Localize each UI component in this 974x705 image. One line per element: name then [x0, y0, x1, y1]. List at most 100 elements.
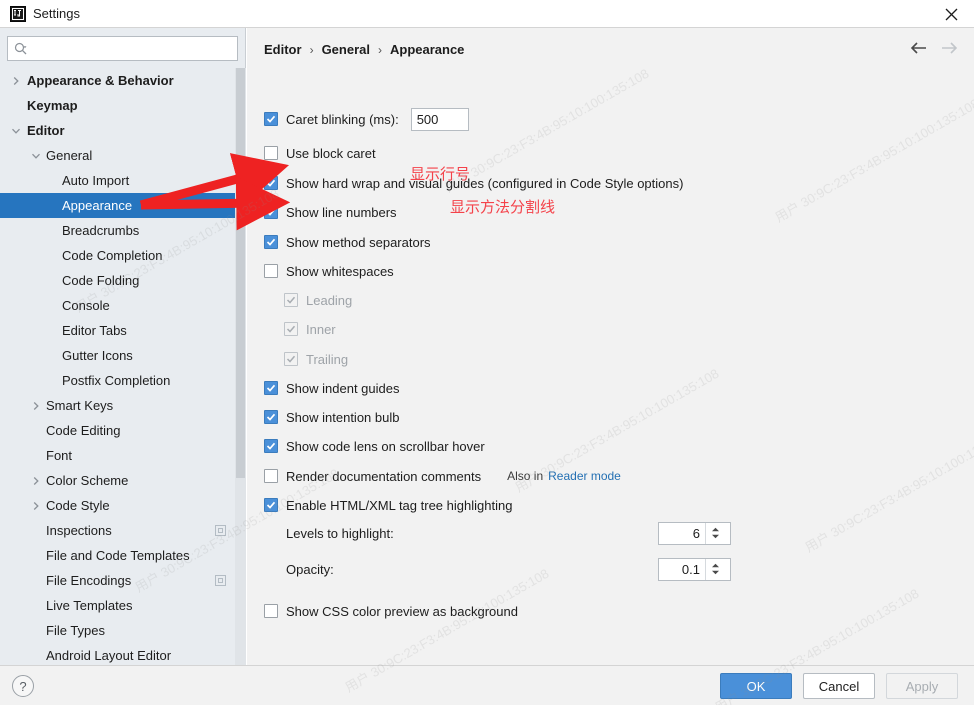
show-indent-guides-checkbox[interactable]	[264, 381, 278, 395]
settings-tree: Appearance & Behavior Keymap Editor General…	[0, 68, 246, 665]
whitespace-trailing-checkbox	[284, 352, 298, 366]
sidebar-item-postfix-completion[interactable]: Postfix Completion	[0, 368, 246, 393]
show-line-numbers-checkbox[interactable]	[264, 205, 278, 219]
sidebar-item-label: Console	[62, 298, 110, 313]
sidebar-item-file-encodings[interactable]: File Encodings	[0, 568, 246, 593]
chevron-down-icon[interactable]	[30, 150, 42, 162]
sidebar-item-appearance-behavior[interactable]: Appearance & Behavior	[0, 68, 246, 93]
option-show-hard-wrap: Show hard wrap and visual guides (config…	[264, 172, 683, 194]
sidebar-item-label: Code Editing	[46, 423, 121, 438]
arrow-left-icon[interactable]	[910, 41, 928, 55]
breadcrumb-item-appearance[interactable]: Appearance	[390, 42, 464, 57]
option-use-block-caret: Use block caret	[264, 142, 376, 164]
show-code-lens-checkbox[interactable]	[264, 439, 278, 453]
sidebar-item-editor-tabs[interactable]: Editor Tabs	[0, 318, 246, 343]
render-doc-comments-checkbox[interactable]	[264, 469, 278, 483]
opacity-label: Opacity:	[286, 561, 334, 577]
show-intention-bulb-label: Show intention bulb	[286, 409, 400, 425]
enable-html-tag-tree-label: Enable HTML/XML tag tree highlighting	[286, 497, 513, 513]
sidebar-item-code-editing[interactable]: Code Editing	[0, 418, 246, 443]
show-css-color-preview-label: Show CSS color preview as background	[286, 603, 518, 619]
opacity-spinner[interactable]	[658, 557, 731, 581]
show-method-separators-label: Show method separators	[286, 234, 431, 250]
footer-buttons: OK Cancel Apply	[720, 673, 958, 699]
levels-to-highlight-stepper[interactable]	[705, 522, 725, 544]
sidebar-item-appearance[interactable]: Appearance	[0, 193, 246, 218]
search-input[interactable]	[31, 40, 221, 57]
sidebar-item-inspections[interactable]: Inspections	[0, 518, 246, 543]
caret-blinking-checkbox[interactable]	[264, 112, 278, 126]
sidebar-item-code-completion[interactable]: Code Completion	[0, 243, 246, 268]
whitespace-leading-checkbox	[284, 293, 298, 307]
option-show-intention-bulb: Show intention bulb	[264, 406, 399, 428]
sidebar-item-general[interactable]: General	[0, 143, 246, 168]
sidebar-item-label: Auto Import	[62, 173, 130, 188]
option-caret-blinking: Caret blinking (ms):	[264, 107, 469, 131]
sidebar-item-label: Code Folding	[62, 273, 140, 288]
breadcrumb-item-general[interactable]: General	[322, 42, 370, 57]
search-box[interactable]	[7, 36, 238, 61]
chevron-right-icon[interactable]	[30, 500, 42, 512]
sidebar-item-file-and-code-templates[interactable]: File and Code Templates	[0, 543, 246, 568]
breadcrumb-item-editor[interactable]: Editor	[264, 42, 302, 57]
option-whitespace-trailing: Trailing	[284, 348, 348, 370]
sidebar-scrollbar-thumb[interactable]	[236, 68, 245, 478]
whitespace-trailing-label: Trailing	[306, 351, 349, 367]
show-method-separators-checkbox[interactable]	[264, 235, 278, 249]
sidebar-item-label: Gutter Icons	[62, 348, 133, 363]
sidebar-item-label: Editor Tabs	[62, 323, 127, 338]
sidebar-item-smart-keys[interactable]: Smart Keys	[0, 393, 246, 418]
chevron-right-icon[interactable]	[10, 75, 22, 87]
show-intention-bulb-checkbox[interactable]	[264, 410, 278, 424]
sidebar-item-label: Keymap	[27, 98, 78, 113]
sidebar-item-editor[interactable]: Editor	[0, 118, 246, 143]
sidebar-item-font[interactable]: Font	[0, 443, 246, 468]
close-icon[interactable]	[928, 0, 974, 28]
option-render-doc-comments: Render documentation comments Also in Re…	[264, 465, 621, 487]
reader-mode-link[interactable]: Reader mode	[548, 469, 621, 483]
caret-blinking-input[interactable]	[410, 107, 469, 131]
ok-button[interactable]: OK	[720, 673, 792, 699]
navigation-arrows	[910, 41, 958, 55]
sidebar-item-gutter-icons[interactable]: Gutter Icons	[0, 343, 246, 368]
show-css-color-preview-checkbox[interactable]	[264, 604, 278, 618]
levels-to-highlight-input[interactable]	[659, 522, 705, 544]
sidebar-item-label: File Types	[46, 623, 106, 638]
sidebar-item-keymap[interactable]: Keymap	[0, 93, 246, 118]
field-opacity: Opacity:	[286, 557, 731, 581]
sidebar-item-file-types[interactable]: File Types	[0, 618, 246, 643]
sidebar-item-breadcrumbs[interactable]: Breadcrumbs	[0, 218, 246, 243]
search-icon	[14, 42, 28, 56]
show-whitespaces-checkbox[interactable]	[264, 264, 278, 278]
sidebar-item-label: Code Completion	[62, 248, 163, 263]
chevron-right-icon[interactable]	[30, 475, 42, 487]
sidebar-scrollbar[interactable]	[235, 68, 246, 665]
opacity-input[interactable]	[659, 558, 705, 580]
show-code-lens-label: Show code lens on scrollbar hover	[286, 438, 485, 454]
sidebar-item-code-style[interactable]: Code Style	[0, 493, 246, 518]
sidebar-item-android-layout-editor[interactable]: Android Layout Editor	[0, 643, 246, 665]
sidebar-item-label: Code Style	[46, 498, 110, 513]
chevron-up-icon	[712, 563, 719, 568]
sidebar-item-auto-import[interactable]: Auto Import	[0, 168, 246, 193]
use-block-caret-checkbox[interactable]	[264, 146, 278, 160]
sidebar-item-color-scheme[interactable]: Color Scheme	[0, 468, 246, 493]
enable-html-tag-tree-checkbox[interactable]	[264, 498, 278, 512]
sidebar: Appearance & Behavior Keymap Editor General…	[0, 28, 246, 665]
sidebar-item-label: Live Templates	[46, 598, 133, 613]
opacity-stepper[interactable]	[705, 558, 725, 580]
cancel-button[interactable]: Cancel	[803, 673, 875, 699]
scope-badge-icon	[215, 575, 226, 586]
sidebar-item-code-folding[interactable]: Code Folding	[0, 268, 246, 293]
caret-blinking-label: Caret blinking (ms):	[286, 111, 399, 127]
chevron-right-icon[interactable]	[30, 400, 42, 412]
option-show-whitespaces: Show whitespaces	[264, 260, 394, 282]
levels-to-highlight-spinner[interactable]	[658, 521, 731, 545]
sidebar-item-console[interactable]: Console	[0, 293, 246, 318]
show-hard-wrap-checkbox[interactable]	[264, 176, 278, 190]
chevron-down-icon	[712, 570, 719, 575]
sidebar-item-live-templates[interactable]: Live Templates	[0, 593, 246, 618]
chevron-down-icon[interactable]	[10, 125, 22, 137]
help-button[interactable]: ?	[12, 675, 34, 697]
dialog-footer: ? OK Cancel Apply	[0, 665, 974, 705]
